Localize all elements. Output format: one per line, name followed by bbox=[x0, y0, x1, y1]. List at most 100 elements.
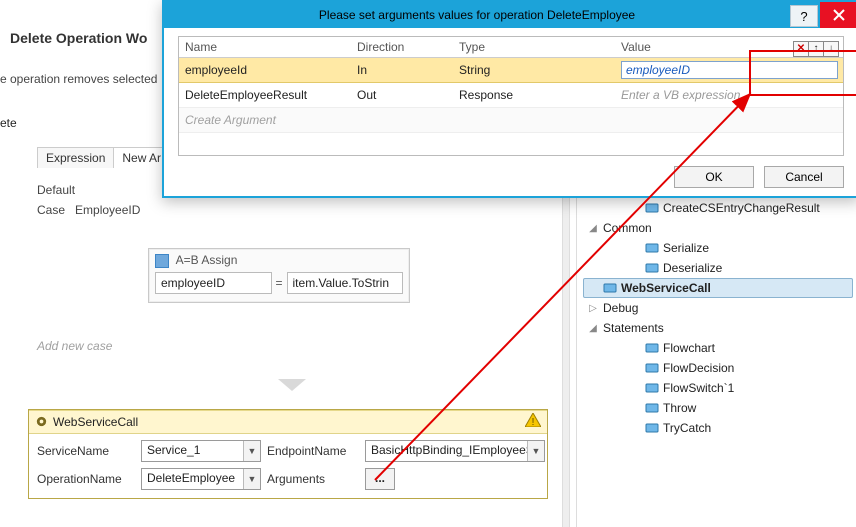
spacer bbox=[587, 283, 599, 294]
warning-icon: ! bbox=[525, 413, 541, 430]
spacer bbox=[629, 383, 641, 394]
splitter-handle[interactable] bbox=[562, 196, 570, 527]
assign-right-field[interactable]: item.Value.ToStrin bbox=[287, 272, 404, 294]
svg-text:!: ! bbox=[532, 417, 535, 427]
toolbox-item-flowswitch-1[interactable]: FlowSwitch`1 bbox=[583, 378, 853, 398]
activity-icon bbox=[645, 341, 659, 355]
toolbox-item-label: Flowchart bbox=[663, 341, 715, 355]
activity-icon bbox=[645, 401, 659, 415]
toolbox-group-common[interactable]: ◢ Common bbox=[583, 218, 853, 238]
create-argument-label: Create Argument bbox=[179, 108, 843, 133]
collapse-icon[interactable]: ◢ bbox=[587, 223, 599, 234]
chevron-down-icon bbox=[278, 379, 306, 393]
add-new-case-link[interactable]: Add new case bbox=[37, 339, 112, 353]
label-endpointname: EndpointName bbox=[267, 444, 359, 458]
toolbox-item-trycatch[interactable]: TryCatch bbox=[583, 418, 853, 438]
assign-activity[interactable]: A=B Assign employeeID = item.Value.ToStr… bbox=[148, 248, 410, 303]
cell-direction: Out bbox=[351, 83, 453, 108]
toolbox-item-label: Serialize bbox=[663, 241, 709, 255]
operationname-combo[interactable]: DeleteEmployee ▼ bbox=[141, 468, 261, 490]
servicename-value: Service_1 bbox=[142, 441, 243, 461]
toolbox-group-debug[interactable]: ▷ Debug bbox=[583, 298, 853, 318]
page-subtitle-tail: ete bbox=[0, 116, 17, 130]
value-placeholder: Enter a VB expression bbox=[621, 88, 740, 102]
expand-icon[interactable]: ▷ bbox=[587, 303, 599, 314]
chevron-down-icon[interactable]: ▼ bbox=[243, 441, 260, 461]
case-value: EmployeeID bbox=[75, 203, 140, 217]
spacer bbox=[629, 363, 641, 374]
toolbox-panel: CreateCSEntryChangeResult ◢ Common Seriali… bbox=[576, 196, 853, 527]
activity-icon bbox=[645, 361, 659, 375]
toolbox-item-label: FlowDecision bbox=[663, 361, 734, 375]
value-input[interactable] bbox=[621, 61, 838, 79]
col-direction[interactable]: Direction bbox=[351, 37, 453, 58]
tab-expression[interactable]: Expression bbox=[38, 148, 114, 168]
spacer bbox=[629, 403, 641, 414]
dialog-title: Please set arguments values for operatio… bbox=[164, 8, 790, 22]
assign-icon bbox=[155, 254, 169, 268]
table-row[interactable]: employeeIdInString bbox=[179, 58, 843, 83]
cell-direction: In bbox=[351, 58, 453, 83]
case-prefix: Case bbox=[37, 203, 65, 217]
equals-icon: = bbox=[276, 276, 283, 290]
spacer bbox=[629, 423, 641, 434]
activity-icon bbox=[603, 281, 617, 295]
create-argument-row[interactable]: Create Argument bbox=[179, 108, 843, 133]
cell-type: String bbox=[453, 58, 615, 83]
arguments-ellipsis-button[interactable]: ... bbox=[365, 468, 395, 490]
servicename-combo[interactable]: Service_1 ▼ bbox=[141, 440, 261, 462]
case-label[interactable]: Case EmployeeID bbox=[37, 203, 140, 217]
help-button[interactable]: ? bbox=[790, 5, 818, 27]
activity-icon bbox=[645, 201, 659, 215]
col-type[interactable]: Type bbox=[453, 37, 615, 58]
activity-icon bbox=[645, 261, 659, 275]
move-up-button[interactable]: ↑ bbox=[808, 41, 824, 57]
activity-icon bbox=[645, 421, 659, 435]
toolbox-item-label: Throw bbox=[663, 401, 696, 415]
activity-icon bbox=[645, 241, 659, 255]
label-servicename: ServiceName bbox=[37, 444, 135, 458]
delete-argument-button[interactable]: ✕ bbox=[793, 41, 809, 57]
toolbox-item-label: Deserialize bbox=[663, 261, 722, 275]
label-arguments: Arguments bbox=[267, 472, 359, 486]
table-header-row: Name Direction Type Value bbox=[179, 37, 843, 58]
assign-left-field[interactable]: employeeID bbox=[155, 272, 272, 294]
toolbox-item-label: Debug bbox=[603, 301, 638, 315]
cell-name: employeeId bbox=[179, 58, 351, 83]
move-down-button[interactable]: ↓ bbox=[823, 41, 839, 57]
cell-value[interactable] bbox=[615, 58, 843, 83]
webservicecall-activity[interactable]: WebServiceCall ! ServiceName Service_1 ▼… bbox=[28, 409, 548, 499]
table-row[interactable]: DeleteEmployeeResultOutResponseEnter a V… bbox=[179, 83, 843, 108]
arguments-grid-container: ✕ ↑ ↓ Name Direction Type Value employee… bbox=[178, 36, 844, 156]
page-subtitle: e operation removes selected bbox=[0, 72, 157, 86]
toolbox-item-throw[interactable]: Throw bbox=[583, 398, 853, 418]
webservicecall-title: WebServiceCall bbox=[53, 415, 138, 429]
assign-title-text: A=B Assign bbox=[176, 253, 238, 267]
col-name[interactable]: Name bbox=[179, 37, 351, 58]
case-tabs: Expression New Ar bbox=[37, 147, 171, 168]
close-button[interactable] bbox=[820, 2, 856, 28]
collapse-icon[interactable]: ◢ bbox=[587, 323, 599, 334]
cell-name: DeleteEmployeeResult bbox=[179, 83, 351, 108]
toolbox-item-serialize[interactable]: Serialize bbox=[583, 238, 853, 258]
ok-button[interactable]: OK bbox=[674, 166, 754, 188]
gear-icon bbox=[35, 415, 48, 428]
default-label: Default bbox=[37, 183, 75, 197]
spacer bbox=[629, 203, 641, 214]
page-title: Delete Operation Wo bbox=[10, 30, 147, 46]
toolbox-item-webservicecall[interactable]: WebServiceCall bbox=[583, 278, 853, 298]
cell-value[interactable]: Enter a VB expression bbox=[615, 83, 843, 108]
toolbox-item-flowdecision[interactable]: FlowDecision bbox=[583, 358, 853, 378]
toolbox-item-flowchart[interactable]: Flowchart bbox=[583, 338, 853, 358]
chevron-down-icon[interactable]: ▼ bbox=[527, 441, 544, 461]
cancel-button[interactable]: Cancel bbox=[764, 166, 844, 188]
chevron-down-icon[interactable]: ▼ bbox=[243, 469, 260, 489]
endpointname-combo[interactable]: BasicHttpBinding_IEmployeeService ▼ bbox=[365, 440, 545, 462]
toolbox-item-label: Common bbox=[603, 221, 652, 235]
spacer bbox=[629, 243, 641, 254]
dialog-titlebar[interactable]: Please set arguments values for operatio… bbox=[164, 2, 856, 28]
spacer bbox=[629, 263, 641, 274]
toolbox-item-deserialize[interactable]: Deserialize bbox=[583, 258, 853, 278]
toolbox-item-createcsentrychangeresult[interactable]: CreateCSEntryChangeResult bbox=[583, 198, 853, 218]
toolbox-group-statements[interactable]: ◢Statements bbox=[583, 318, 853, 338]
